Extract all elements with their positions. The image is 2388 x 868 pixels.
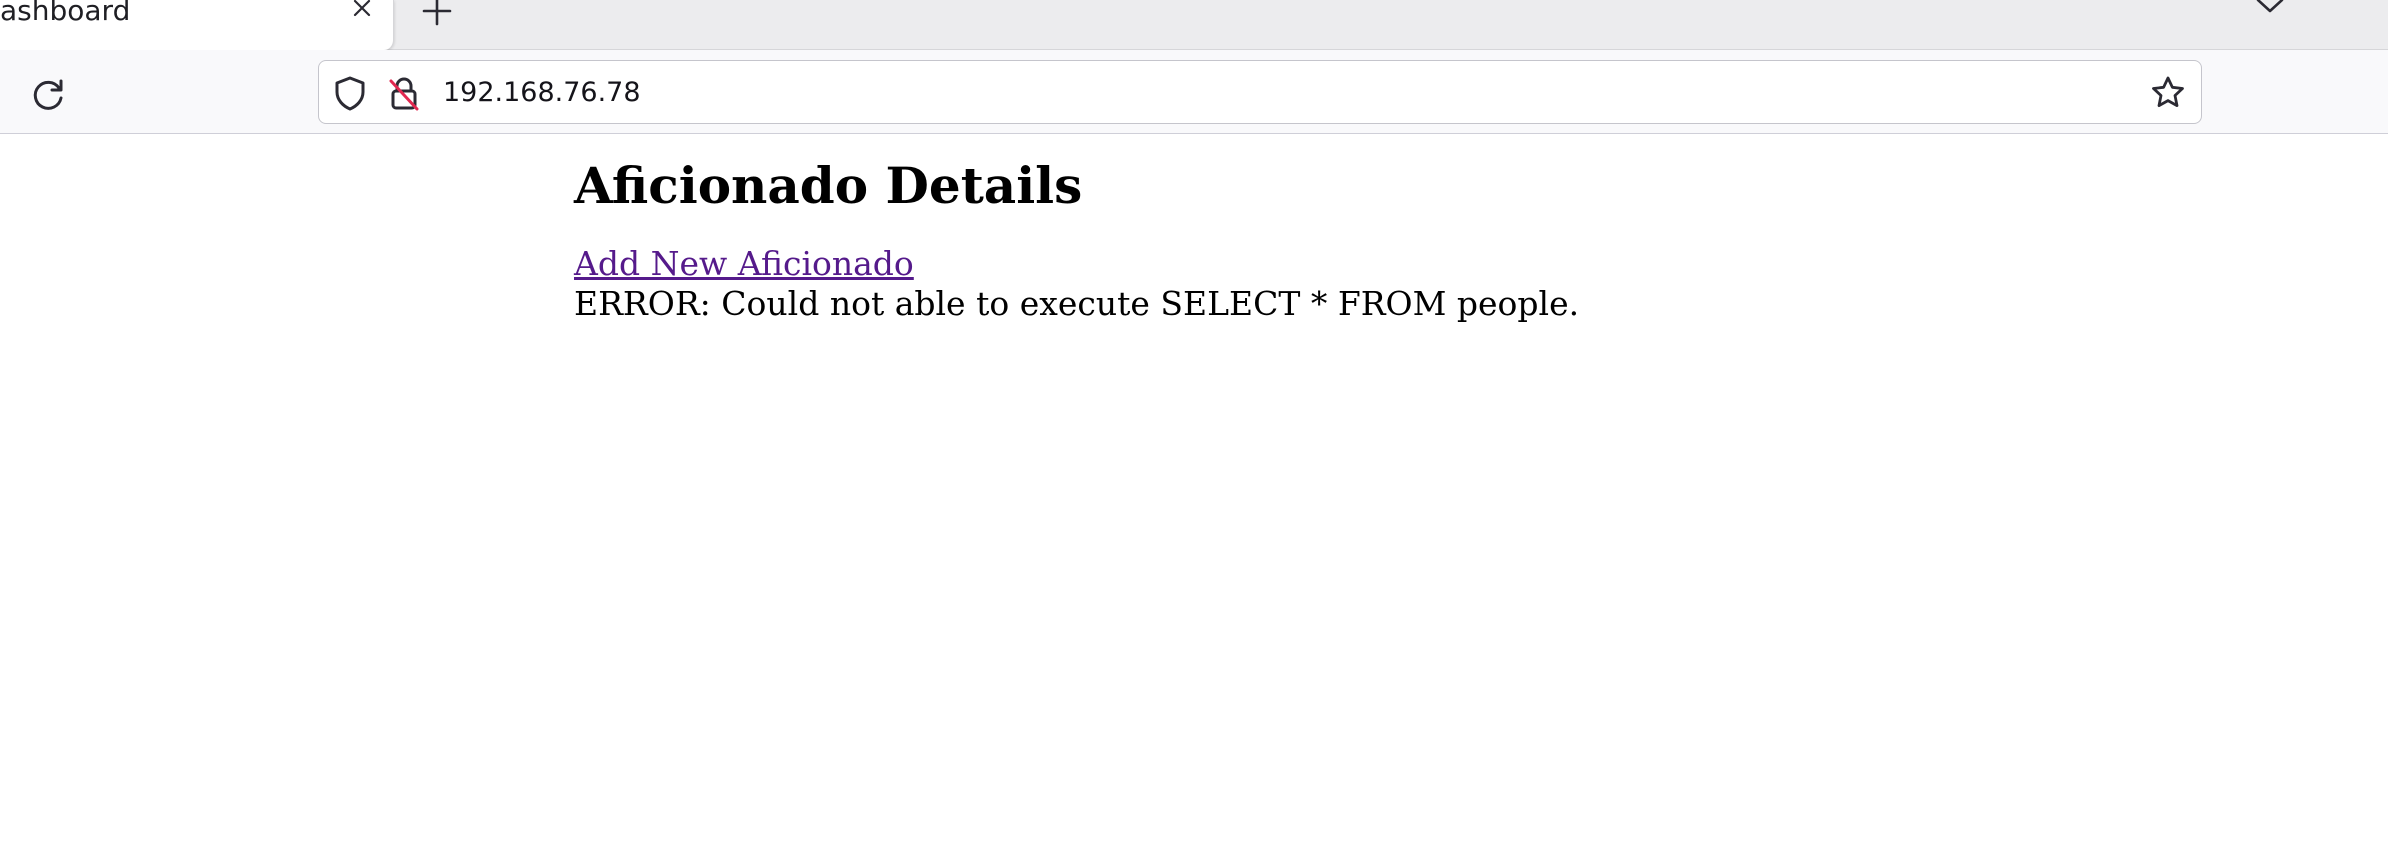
browser-tab[interactable]: ashboard	[0, 0, 394, 50]
navigation-toolbar: 192.168.76.78	[0, 50, 2388, 134]
plus-icon[interactable]	[420, 0, 454, 26]
reload-icon[interactable]	[28, 76, 68, 116]
error-message: ERROR: Could not able to execute SELECT …	[574, 284, 1580, 323]
tab-strip: ashboard	[0, 0, 2388, 50]
add-aficionado-link[interactable]: Add New Aficionado	[574, 244, 914, 284]
close-icon[interactable]	[350, 0, 374, 20]
tab-title: ashboard	[0, 0, 131, 22]
url-text[interactable]: 192.168.76.78	[443, 73, 641, 113]
insecure-lock-icon[interactable]	[387, 75, 421, 111]
chevron-down-icon[interactable]	[2252, 0, 2288, 18]
page-content: Aficionado Details Add New Aficionado ER…	[574, 134, 2274, 324]
address-bar[interactable]: 192.168.76.78	[318, 60, 2202, 124]
page-title: Aficionado Details	[574, 156, 1083, 215]
star-icon[interactable]	[2149, 74, 2187, 112]
shield-icon[interactable]	[333, 75, 367, 111]
